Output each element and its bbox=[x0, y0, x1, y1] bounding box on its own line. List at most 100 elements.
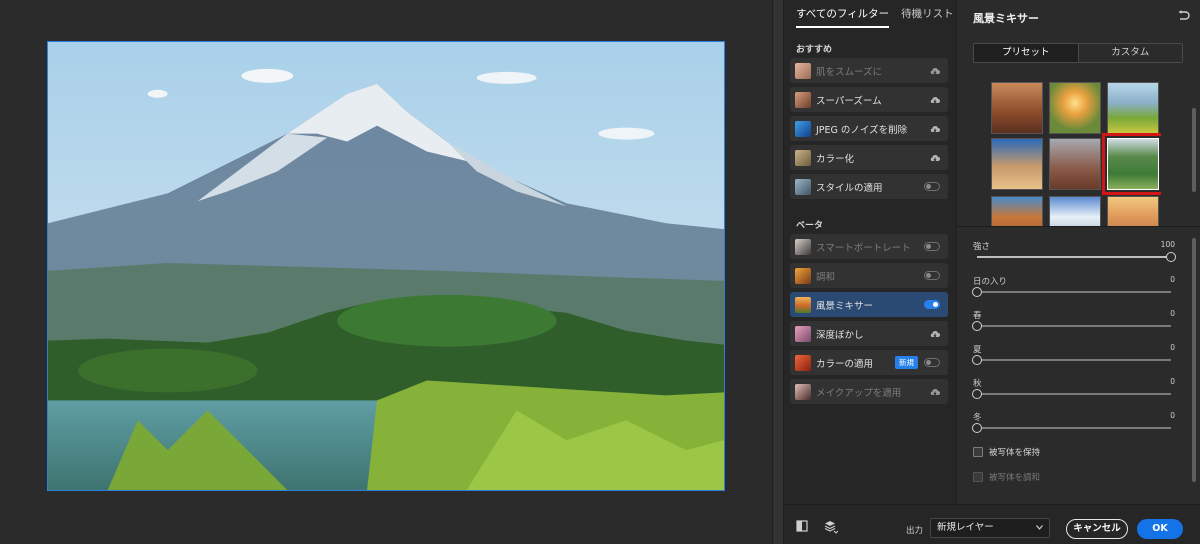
slider-knob[interactable] bbox=[972, 355, 982, 365]
section-title-beta: ベータ bbox=[796, 221, 824, 231]
cloud-download-icon[interactable] bbox=[930, 330, 940, 338]
preset-thumbnail[interactable] bbox=[991, 196, 1043, 226]
compare-icon[interactable] bbox=[796, 520, 808, 532]
cloud-download-icon[interactable] bbox=[930, 125, 940, 133]
preset-scrollbar[interactable] bbox=[1192, 108, 1196, 192]
slider-knob[interactable] bbox=[972, 389, 982, 399]
ok-button[interactable]: OK bbox=[1137, 519, 1183, 539]
cloud-download-icon[interactable] bbox=[930, 96, 940, 104]
filter-thumbnail bbox=[795, 325, 811, 342]
slider-value: 0 bbox=[1170, 275, 1175, 284]
filter-thumbnail bbox=[795, 62, 811, 79]
filter-thumbnail bbox=[795, 354, 811, 371]
filter-thumbnail bbox=[795, 296, 811, 313]
preset-thumbnail[interactable] bbox=[991, 138, 1043, 190]
slider-fill bbox=[977, 256, 1171, 258]
cloud-download-icon[interactable] bbox=[930, 388, 940, 396]
tab-all-filters[interactable]: すべてのフィルター bbox=[796, 6, 890, 28]
slider-knob[interactable] bbox=[972, 287, 982, 297]
slider-label: 秋 bbox=[973, 379, 982, 389]
filter-label: 風景ミキサー bbox=[816, 300, 874, 312]
slider-row: 冬0 bbox=[972, 411, 1175, 439]
cancel-button[interactable]: キャンセル bbox=[1066, 519, 1128, 539]
slider-value: 0 bbox=[1170, 377, 1175, 386]
filter-item-depth-blur[interactable]: 深度ぼかし bbox=[790, 321, 948, 346]
slider-label: 強さ bbox=[973, 242, 991, 252]
filter-toggle[interactable] bbox=[924, 242, 940, 251]
filter-list-panel: すべてのフィルター 待機リスト おすすめ 肌をスムーズに スーパーズーム JPE… bbox=[784, 0, 956, 504]
chevron-down-icon bbox=[1036, 525, 1043, 530]
preset-thumbnail-selected[interactable] bbox=[1102, 133, 1161, 195]
slider-track[interactable] bbox=[972, 423, 1171, 433]
filter-label: メイクアップを適用 bbox=[816, 387, 902, 399]
slider-track[interactable] bbox=[972, 389, 1171, 399]
tab-presets[interactable]: プリセット bbox=[974, 44, 1078, 62]
filter-item-colorize[interactable]: カラー化 bbox=[790, 145, 948, 170]
slider-track[interactable] bbox=[972, 321, 1171, 331]
slider-value: 0 bbox=[1170, 309, 1175, 318]
slider-knob[interactable] bbox=[972, 423, 982, 433]
filter-label: スマートポートレート bbox=[816, 242, 911, 254]
slider-label: 夏 bbox=[973, 345, 982, 355]
preset-thumbnail[interactable] bbox=[1049, 196, 1101, 226]
tab-waitlist[interactable]: 待機リスト bbox=[901, 6, 954, 28]
slider-knob[interactable] bbox=[1166, 252, 1176, 262]
cloud-download-icon[interactable] bbox=[930, 154, 940, 162]
preset-grid bbox=[989, 80, 1161, 226]
checkbox-label: 被写体を保持 bbox=[989, 448, 1041, 458]
output-dropdown-value: 新規レイヤー bbox=[937, 522, 994, 533]
filter-toggle[interactable] bbox=[924, 300, 940, 309]
tab-custom[interactable]: カスタム bbox=[1077, 44, 1183, 62]
slider-row: 秋0 bbox=[972, 377, 1175, 405]
filter-label: 深度ぼかし bbox=[816, 329, 864, 341]
preset-thumbnail[interactable] bbox=[1049, 138, 1101, 190]
filter-item-skin-smoothing[interactable]: 肌をスムーズに bbox=[790, 58, 948, 83]
filter-item-style-transfer[interactable]: スタイルの適用 bbox=[790, 174, 948, 199]
layers-icon[interactable] bbox=[824, 520, 838, 534]
filter-thumbnail bbox=[795, 178, 811, 195]
panel-title: 風景ミキサー bbox=[973, 12, 1039, 25]
filter-item-landscape-mixer[interactable]: 風景ミキサー bbox=[790, 292, 948, 317]
output-dropdown[interactable]: 新規レイヤー bbox=[930, 518, 1050, 538]
harmonize-subject-checkbox-row[interactable]: 被写体を調和 bbox=[973, 471, 1040, 483]
slider-row: 日の入り 0 bbox=[972, 275, 1175, 303]
filter-item-harmonization[interactable]: 調和 bbox=[790, 263, 948, 288]
slider-value: 0 bbox=[1170, 411, 1175, 420]
preset-thumbnail[interactable] bbox=[1049, 82, 1101, 134]
filter-item-makeup-transfer[interactable]: メイクアップを適用 bbox=[790, 379, 948, 404]
section-title-featured: おすすめ bbox=[796, 45, 833, 55]
filter-label: 調和 bbox=[816, 271, 836, 283]
filter-item-smart-portrait[interactable]: スマートポートレート bbox=[790, 234, 948, 259]
filter-item-super-zoom[interactable]: スーパーズーム bbox=[790, 87, 948, 112]
preset-thumbnail[interactable] bbox=[991, 82, 1043, 134]
filter-label: カラーの適用 bbox=[816, 358, 874, 370]
slider-track[interactable] bbox=[972, 287, 1171, 297]
filter-thumbnail bbox=[795, 91, 811, 108]
harmonize-subject-checkbox[interactable] bbox=[973, 472, 983, 482]
preserve-subject-checkbox-row[interactable]: 被写体を保持 bbox=[973, 446, 1040, 458]
slider-knob[interactable] bbox=[972, 321, 982, 331]
preserve-subject-checkbox[interactable] bbox=[973, 447, 983, 457]
cloud-download-icon[interactable] bbox=[930, 67, 940, 75]
filter-thumbnail bbox=[795, 120, 811, 137]
filter-label: カラー化 bbox=[816, 153, 855, 165]
filter-settings-panel: 風景ミキサー プリセット カスタム 被写体を保持 被写体を調和 強さ 100 日の入… bbox=[956, 0, 1200, 504]
filter-label: 肌をスムーズに bbox=[816, 66, 883, 78]
reset-icon[interactable] bbox=[1176, 10, 1190, 22]
filter-toggle[interactable] bbox=[924, 358, 940, 367]
preview-image bbox=[47, 41, 725, 491]
slider-row: 春0 bbox=[972, 309, 1175, 337]
filter-toggle[interactable] bbox=[924, 271, 940, 280]
filter-item-jpeg-artifacts-removal[interactable]: JPEG のノイズを削除 bbox=[790, 116, 948, 141]
filter-tabs: すべてのフィルター 待機リスト bbox=[796, 6, 954, 28]
slider-track[interactable] bbox=[977, 252, 1176, 262]
preset-thumbnail[interactable] bbox=[1107, 196, 1159, 226]
slider-row: 夏0 bbox=[972, 343, 1175, 371]
slider-track[interactable] bbox=[972, 355, 1171, 365]
filter-label: スタイルの適用 bbox=[816, 182, 883, 194]
settings-scrollbar[interactable] bbox=[1192, 238, 1196, 482]
panel-divider[interactable] bbox=[772, 0, 784, 544]
filter-toggle[interactable] bbox=[924, 182, 940, 191]
preset-thumbnail[interactable] bbox=[1107, 82, 1159, 134]
filter-item-color-transfer[interactable]: カラーの適用 新規 bbox=[790, 350, 948, 375]
